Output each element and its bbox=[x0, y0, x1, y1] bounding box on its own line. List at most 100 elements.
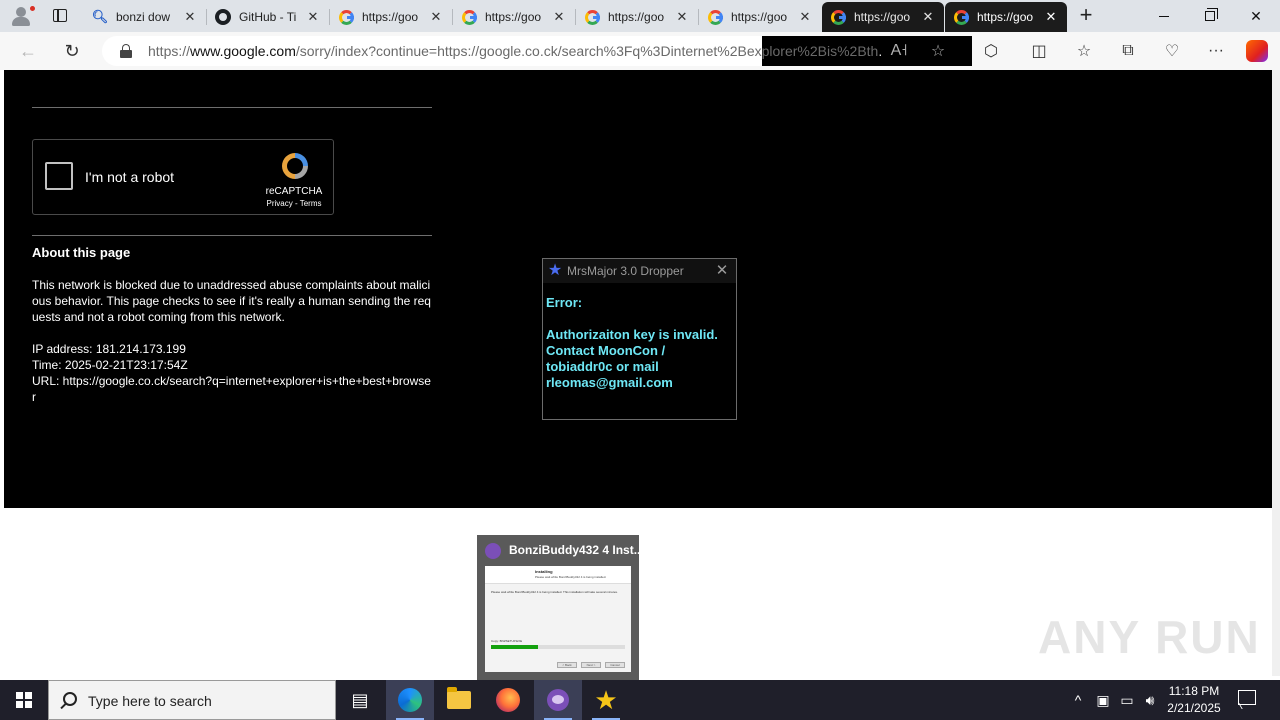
dropper-dialog: ★ MrsMajor 3.0 Dropper ✕ Error: Authoriz… bbox=[542, 258, 737, 420]
install-progress-fill bbox=[491, 645, 538, 649]
show-hidden-icons-chevron-icon[interactable]: ^ bbox=[1068, 680, 1088, 720]
profile-avatar-icon[interactable] bbox=[8, 4, 36, 28]
meet-now-icon[interactable]: ▣ bbox=[1092, 680, 1114, 720]
copilot-icon[interactable] bbox=[1246, 40, 1268, 62]
error-message: Authorizaiton key is invalid. Contact Mo… bbox=[546, 327, 718, 390]
close-icon[interactable]: ✕ bbox=[305, 9, 321, 25]
windows-logo-icon bbox=[16, 692, 32, 708]
ip-address: IP address: 181.214.173.199 bbox=[32, 342, 186, 356]
refresh-icon[interactable]: ↻ bbox=[58, 37, 86, 65]
extensions-icon[interactable]: ⬡ bbox=[979, 39, 1003, 63]
favorite-star-icon[interactable]: ☆ bbox=[926, 39, 950, 63]
minimize-button[interactable] bbox=[1141, 0, 1187, 32]
edge-taskbar-icon[interactable] bbox=[386, 680, 434, 720]
installer-body: Please wait while BonziBuddy432 4 is bei… bbox=[491, 590, 618, 594]
about-text: This network is blocked due to unaddress… bbox=[32, 278, 431, 324]
error-label: Error: bbox=[546, 295, 583, 310]
new-tab-button[interactable]: + bbox=[1074, 4, 1098, 28]
browser-essentials-icon[interactable]: ♡ bbox=[1160, 39, 1184, 63]
tab-title: bonzi dow bbox=[116, 10, 171, 24]
bonzi-taskbar-icon[interactable] bbox=[534, 680, 582, 720]
tab-google-7[interactable]: https://goo ✕ bbox=[822, 2, 944, 32]
firefox-icon[interactable] bbox=[484, 680, 532, 720]
install-progress-bar bbox=[491, 645, 625, 649]
close-icon[interactable]: ✕ bbox=[1043, 9, 1059, 25]
file-explorer-icon[interactable] bbox=[435, 680, 483, 720]
tab-title: https://goo bbox=[608, 10, 665, 24]
google-icon bbox=[953, 9, 969, 25]
captcha-terms-link[interactable]: Privacy - Terms bbox=[253, 199, 335, 208]
notification-center-icon[interactable] bbox=[1236, 688, 1258, 710]
recaptcha-logo-icon bbox=[282, 153, 308, 179]
captcha-brand: reCAPTCHA bbox=[265, 186, 323, 197]
captcha-checkbox[interactable] bbox=[45, 162, 73, 190]
read-aloud-icon[interactable]: A˧ bbox=[887, 39, 911, 63]
task-view-icon[interactable]: ▤ bbox=[336, 680, 384, 720]
favorites-icon[interactable]: ☆ bbox=[1072, 39, 1096, 63]
start-button[interactable] bbox=[0, 680, 48, 720]
tab-google-5[interactable]: https://goo ✕ bbox=[576, 2, 699, 32]
clock-time: 11:18 PM bbox=[1168, 684, 1220, 698]
installer-cancel-button: Cancel bbox=[605, 662, 625, 668]
google-icon bbox=[461, 9, 477, 25]
dialog-titlebar[interactable]: ★ MrsMajor 3.0 Dropper ✕ bbox=[543, 259, 736, 283]
google-icon bbox=[830, 9, 846, 25]
divider bbox=[32, 107, 432, 108]
tab-title: https://goo bbox=[977, 10, 1034, 24]
clock-date: 2/21/2025 bbox=[1167, 701, 1221, 715]
google-icon bbox=[584, 9, 600, 25]
star-taskbar-icon[interactable]: ★ bbox=[582, 680, 630, 720]
taskbar-thumbnail[interactable]: BonziBuddy432 4 Inst... Installing Pleas… bbox=[477, 535, 644, 680]
recaptcha-widget: I'm not a robot reCAPTCHA Privacy - Term… bbox=[32, 139, 334, 215]
dialog-close-button[interactable]: ✕ bbox=[713, 261, 731, 281]
network-icon[interactable]: ▭ bbox=[1116, 680, 1138, 720]
tab-google-4[interactable]: https://goo ✕ bbox=[453, 2, 576, 32]
tab-title: GitHub - Ti bbox=[239, 10, 297, 24]
tab-actions-icon[interactable] bbox=[46, 4, 74, 28]
close-icon[interactable]: ✕ bbox=[428, 9, 444, 25]
address-url[interactable]: https://www.google.com/sorry/index?conti… bbox=[148, 43, 883, 59]
search-placeholder: Type here to search bbox=[88, 693, 212, 709]
tab-strip: 🔍︎ bonzi dow ✕ GitHub - Ti ✕ https://goo… bbox=[0, 0, 1280, 32]
tab-google-3[interactable]: https://goo ✕ bbox=[330, 2, 453, 32]
star-app-icon: ★ bbox=[547, 262, 563, 279]
search-icon bbox=[63, 692, 77, 706]
divider bbox=[32, 235, 432, 236]
back-arrow-icon[interactable]: ← bbox=[14, 37, 42, 65]
close-icon[interactable]: ✕ bbox=[551, 9, 567, 25]
thumbnail-title: BonziBuddy432 4 Inst... bbox=[509, 543, 644, 557]
tab-bonzi-search[interactable]: 🔍︎ bonzi dow ✕ bbox=[84, 2, 207, 32]
dialog-title: MrsMajor 3.0 Dropper bbox=[567, 264, 684, 278]
installer-heading: Installing bbox=[535, 569, 553, 574]
close-icon[interactable]: ✕ bbox=[182, 9, 198, 25]
tab-title: https://goo bbox=[485, 10, 542, 24]
close-icon[interactable]: ✕ bbox=[920, 9, 936, 25]
system-clock[interactable]: 11:18 PM 2/21/2025 bbox=[1158, 683, 1230, 717]
lock-icon[interactable] bbox=[120, 44, 132, 58]
timestamp: Time: 2025-02-21T23:17:54Z bbox=[32, 358, 188, 372]
tab-title: https://goo bbox=[731, 10, 788, 24]
blocked-url: URL: https://google.co.ck/search?q=inter… bbox=[32, 374, 431, 404]
more-menu-icon[interactable]: ··· bbox=[1204, 39, 1228, 63]
taskbar-search-box[interactable]: Type here to search bbox=[48, 680, 336, 720]
bonzi-app-icon bbox=[485, 543, 501, 559]
github-icon bbox=[215, 9, 231, 25]
tab-google-active[interactable]: https://goo ✕ bbox=[945, 2, 1067, 32]
installer-header: Installing Please wait while BonziBuddy4… bbox=[485, 566, 631, 584]
search-icon: 🔍︎ bbox=[91, 9, 109, 24]
close-icon[interactable]: ✕ bbox=[674, 9, 690, 25]
installer-back-button: < Back bbox=[557, 662, 577, 668]
installer-preview: Installing Please wait while BonziBuddy4… bbox=[485, 566, 631, 672]
close-window-button[interactable]: ✕ bbox=[1233, 0, 1279, 32]
tab-github[interactable]: GitHub - Ti ✕ bbox=[207, 2, 330, 32]
tab-google-6[interactable]: https://goo ✕ bbox=[699, 2, 821, 32]
page-scrollbar[interactable] bbox=[1272, 70, 1280, 676]
split-screen-icon[interactable]: ◫ bbox=[1027, 39, 1051, 63]
restore-button[interactable] bbox=[1187, 0, 1233, 32]
installer-status: Copy: BNZSETUP.EXE bbox=[491, 639, 523, 643]
captcha-label: I'm not a robot bbox=[85, 169, 175, 185]
collections-icon[interactable]: ⧉ bbox=[1116, 39, 1140, 63]
close-icon[interactable]: ✕ bbox=[797, 9, 813, 25]
taskbar: Type here to search ▤ ★ ^ ▣ ▭ 🔊︎ 11:18 P… bbox=[0, 680, 1280, 720]
about-heading: About this page bbox=[32, 245, 131, 260]
